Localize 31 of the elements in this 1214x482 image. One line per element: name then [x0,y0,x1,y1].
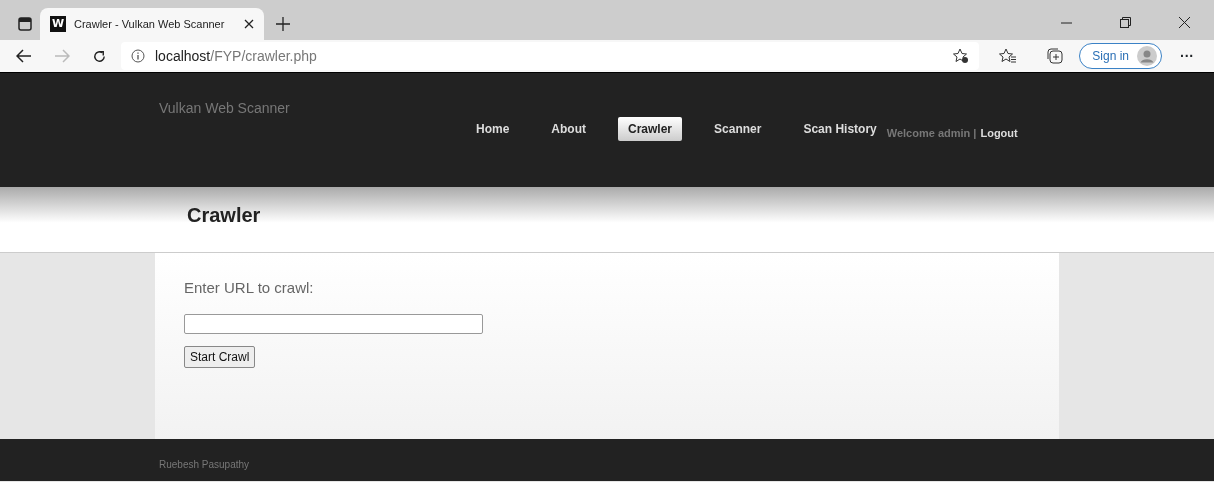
start-crawl-button[interactable]: Start Crawl [184,345,256,368]
page-heading: Crawler [187,203,262,227]
nav-link[interactable]: Scan History [793,117,887,142]
nav-link[interactable]: Crawler [618,117,683,142]
tab-actions-icon[interactable] [18,17,32,31]
collections-icon[interactable] [1047,48,1064,64]
more-menu[interactable]: ··· [1180,45,1194,67]
nav-link[interactable]: About [541,117,596,142]
new-tab-icon[interactable] [276,17,290,31]
url-text: localhost/FYP/crawler.php [155,46,317,66]
url-label: Enter URL to crawl: [184,278,315,298]
info-icon[interactable] [131,49,145,63]
close-icon[interactable] [244,19,254,29]
logout-link[interactable]: Logout [980,117,1018,142]
star-plus-icon[interactable] [953,48,970,64]
close-window-icon[interactable] [1179,17,1190,28]
favorites-icon[interactable] [999,48,1018,64]
site-title: Vulkan Web Scanner [159,99,290,118]
back-arrow-icon[interactable] [16,49,32,63]
sign-in-button[interactable]: Sign in [1079,43,1162,69]
nav-link[interactable]: Home [466,117,520,142]
nav-link[interactable]: Scanner [704,117,772,142]
url-input-field[interactable] [184,313,483,334]
footer-text: Ruebesh Pasupathy [159,459,250,470]
address-bar[interactable]: localhost/FYP/crawler.php [121,42,980,70]
refresh-icon[interactable] [92,48,107,64]
restore-icon[interactable] [1120,17,1131,28]
welcome-text: Welcome admin | [886,126,977,141]
browser-tab[interactable]: W Crawler - Vulkan Web Scanner [40,8,264,40]
avatar-icon [1137,46,1157,66]
site-favicon: W [50,16,66,32]
